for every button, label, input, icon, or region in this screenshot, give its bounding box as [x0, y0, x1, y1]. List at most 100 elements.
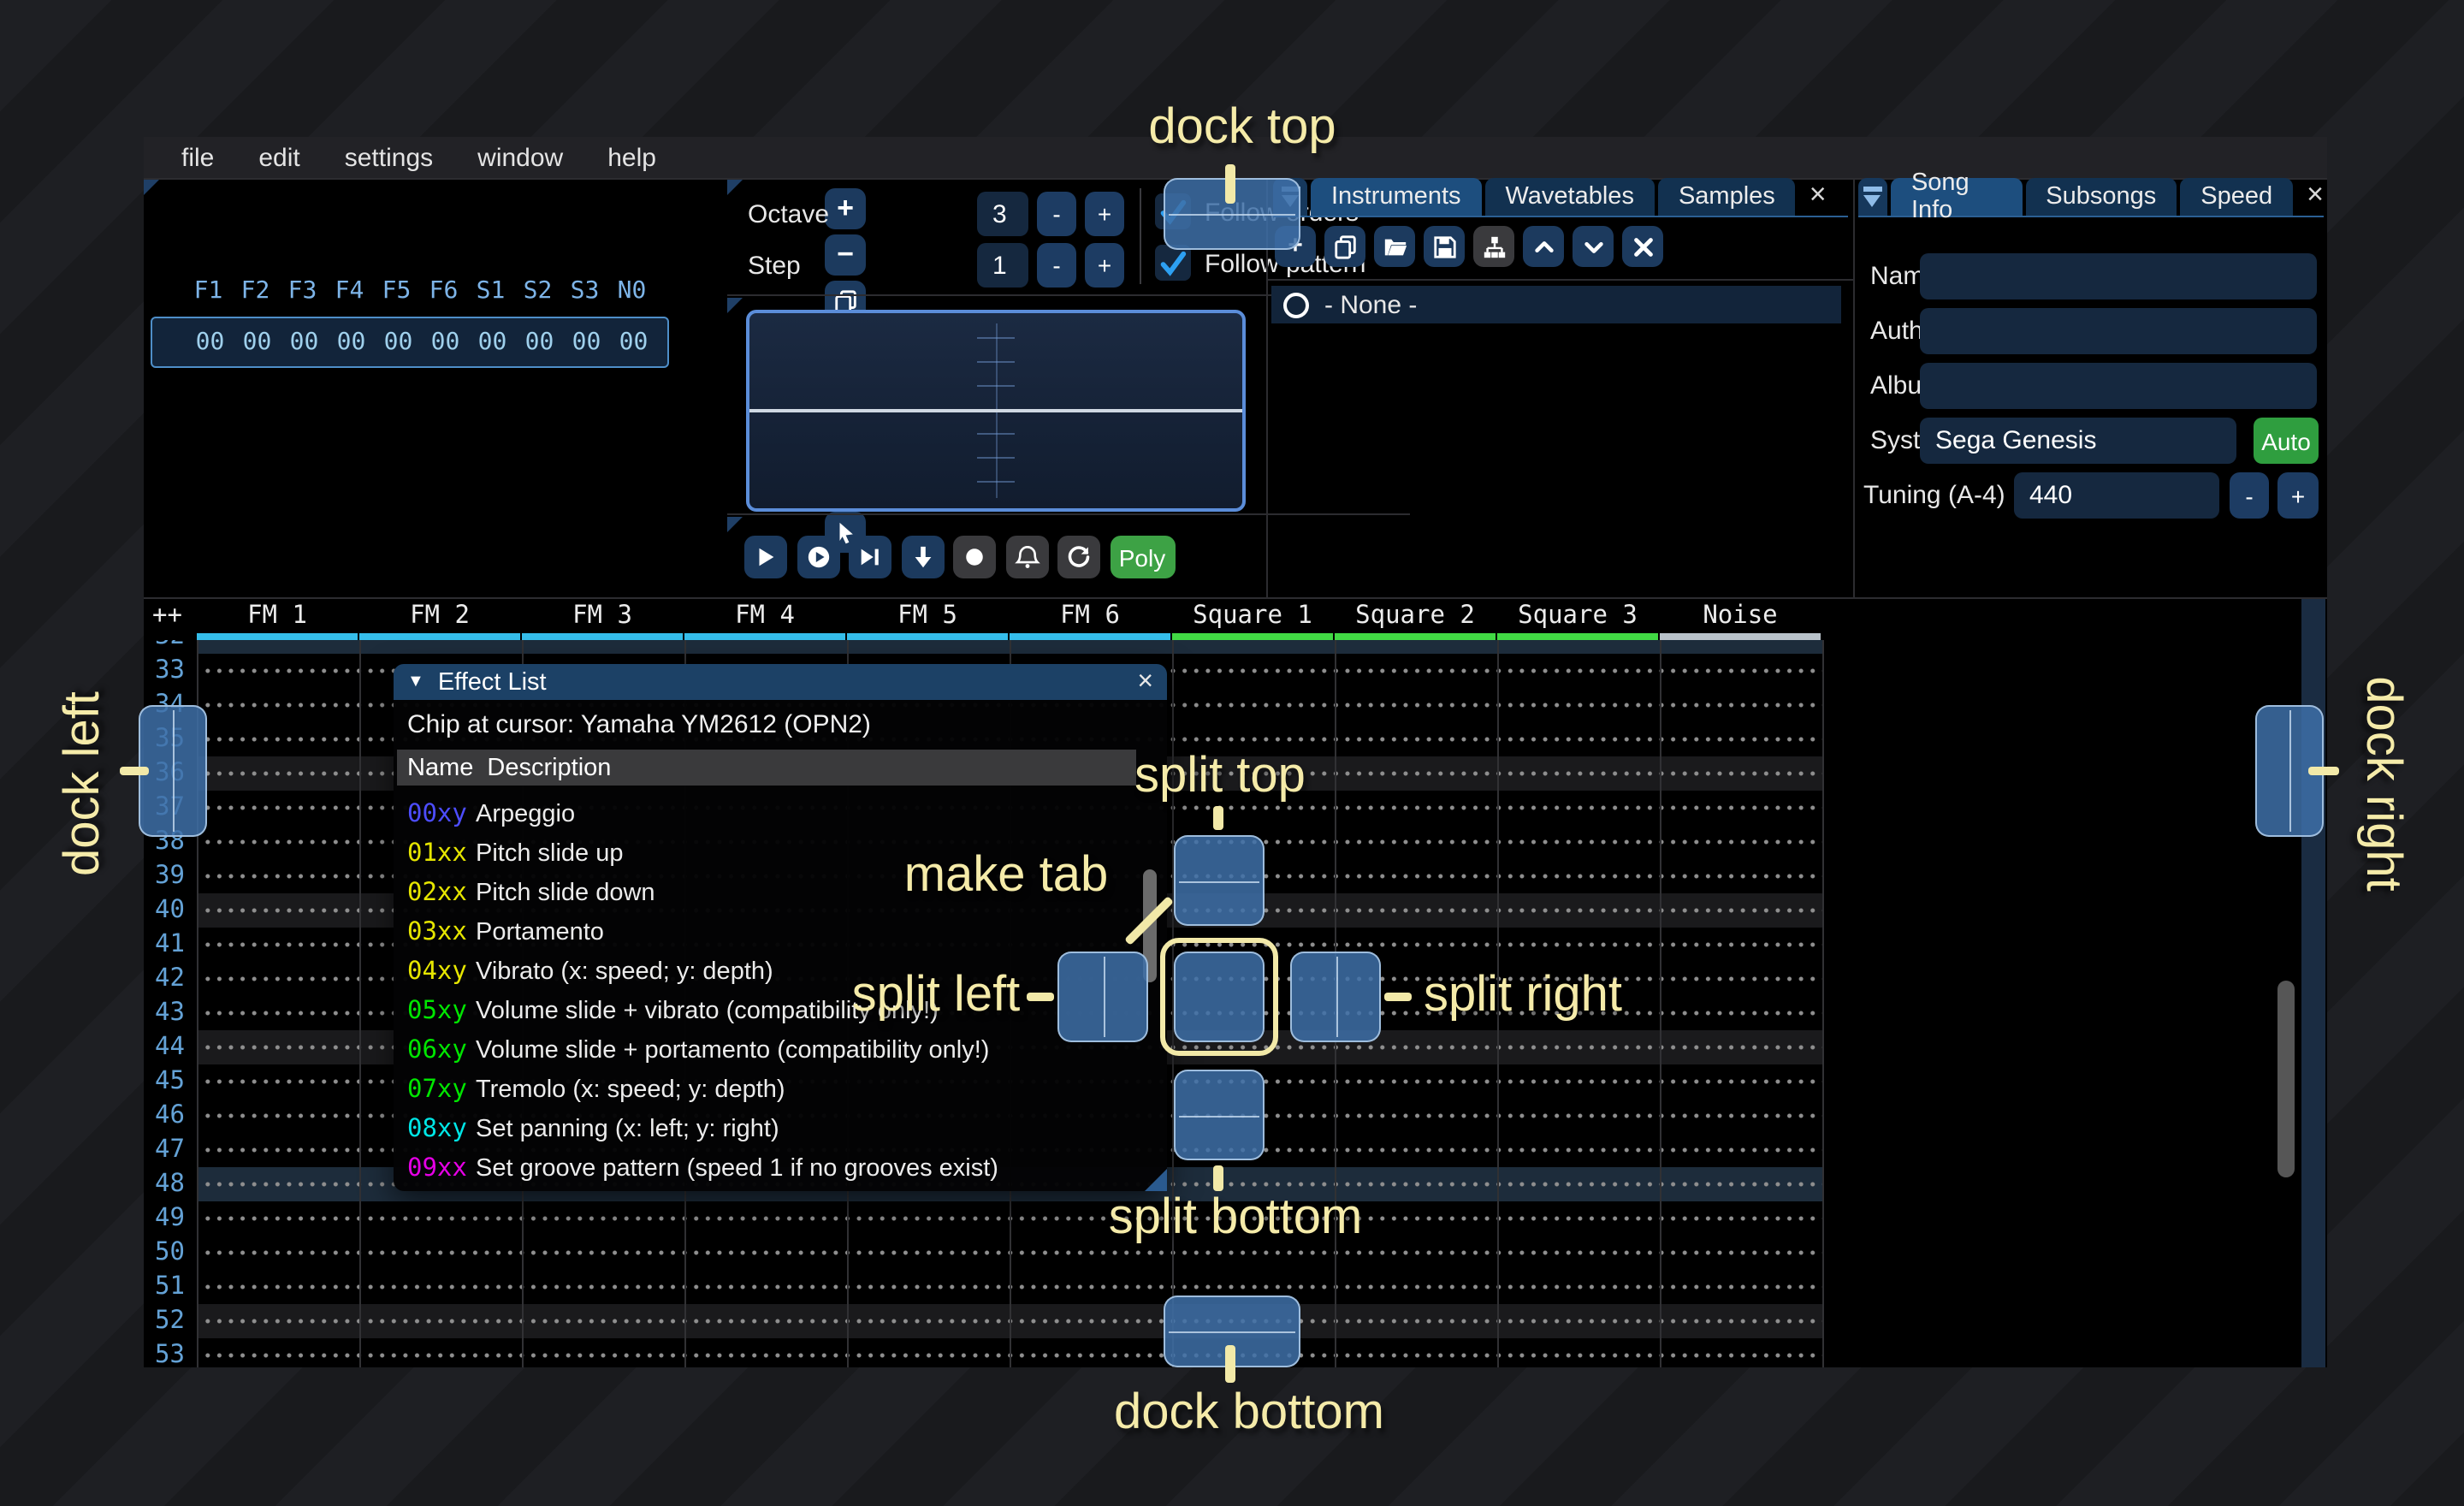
order-value[interactable]: 00 [375, 329, 422, 356]
play-icon [753, 544, 779, 570]
instrument-list-item-none[interactable]: - None - [1271, 286, 1841, 323]
tuning-decrease-button[interactable]: - [2230, 472, 2269, 519]
dock-target-left[interactable] [139, 705, 207, 837]
follow-pattern-checkbox[interactable] [1155, 245, 1191, 281]
step-increase-button[interactable]: + [1085, 243, 1124, 288]
octave-increase-button[interactable]: + [1085, 192, 1124, 236]
effect-row-04xy[interactable]: 04xyVibrato (x: speed; y: depth) [397, 952, 1150, 991]
instrument-move-down-button[interactable] [1573, 226, 1614, 267]
tab-instruments[interactable]: Instruments [1311, 178, 1482, 216]
effect-code: 03xx [407, 918, 472, 946]
pattern-scrollbar-thumb[interactable] [2277, 981, 2295, 1177]
order-value[interactable]: 00 [281, 329, 328, 356]
octave-decrease-button[interactable]: - [1037, 192, 1076, 236]
effect-row-00xy[interactable]: 00xyArpeggio [397, 794, 1150, 833]
close-icon[interactable]: × [1137, 667, 1153, 697]
channel-header-square-2[interactable]: Square 2 [1334, 602, 1496, 630]
save-icon [1431, 234, 1457, 259]
step-label: Step [748, 252, 801, 281]
split-target-left[interactable] [1057, 952, 1148, 1042]
effect-list-column-header[interactable]: Name Description [397, 750, 1136, 786]
instrument-folder-view-button[interactable] [1473, 226, 1514, 267]
menu-edit[interactable]: edit [236, 143, 322, 172]
dock-top-connector [1225, 164, 1235, 204]
tab-subsongs[interactable]: Subsongs [2025, 178, 2177, 216]
order-value[interactable]: 00 [516, 329, 563, 356]
order-value[interactable]: 00 [563, 329, 610, 356]
menu-window[interactable]: window [455, 143, 585, 172]
tab-speed[interactable]: Speed [2180, 178, 2293, 216]
play-button[interactable] [744, 536, 787, 578]
poly-toggle-button[interactable]: Poly [1110, 536, 1175, 578]
instrument-open-folder-button[interactable] [1374, 226, 1415, 267]
channel-header-fm-4[interactable]: FM 4 [684, 602, 846, 630]
order-value[interactable]: 00 [234, 329, 281, 356]
tuning-field[interactable]: 440 [2014, 472, 2219, 519]
step-one-row-button[interactable] [849, 536, 891, 578]
metronome-button[interactable] [1005, 536, 1048, 578]
move-cursor-down-button[interactable] [901, 536, 944, 578]
annotation-split-left: split left [852, 968, 1021, 1024]
instrument-move-up-button[interactable] [1523, 226, 1564, 267]
effect-row-09xx[interactable]: 09xxSet groove pattern (speed 1 if no gr… [397, 1148, 1150, 1188]
pattern-corner-label[interactable]: ++ [147, 602, 200, 630]
check-icon [1158, 247, 1188, 278]
order-value[interactable]: 00 [328, 329, 375, 356]
close-icon[interactable]: × [2307, 178, 2324, 212]
effect-list-titlebar[interactable]: ▼ Effect List × [394, 664, 1167, 700]
effect-row-08xy[interactable]: 08xySet panning (x: left; y: right) [397, 1109, 1150, 1148]
repeat-pattern-button[interactable] [1057, 536, 1100, 578]
channel-header-fm-6[interactable]: FM 6 [1009, 602, 1171, 630]
instrument-save-button[interactable] [1424, 226, 1465, 267]
channel-header-square-3[interactable]: Square 3 [1496, 602, 1659, 630]
oscilloscope[interactable] [746, 310, 1246, 512]
panel-fold-icon [727, 298, 743, 313]
channel-vu-bar [359, 633, 519, 640]
tab-song-info[interactable]: Song Info [1891, 178, 2022, 216]
instrument-duplicate-button[interactable] [1324, 226, 1365, 267]
order-row-selected[interactable]: 00000000000000000000 [151, 317, 669, 368]
step-value[interactable]: 1 [977, 243, 1028, 288]
instrument-delete-button[interactable] [1622, 226, 1663, 267]
effect-list-title: Effect List [438, 668, 547, 696]
octave-value[interactable]: 3 [977, 192, 1028, 236]
menu-file[interactable]: file [159, 143, 236, 172]
effect-code: 01xx [407, 839, 472, 867]
stop-button[interactable] [953, 536, 996, 578]
resize-grip-icon[interactable] [1145, 1169, 1167, 1191]
channel-header-square-1[interactable]: Square 1 [1171, 602, 1334, 630]
effect-row-06xy[interactable]: 06xyVolume slide + portamento (compatibi… [397, 1030, 1150, 1070]
tab-wavetables[interactable]: Wavetables [1485, 178, 1655, 216]
menu-help[interactable]: help [585, 143, 678, 172]
order-value[interactable]: 00 [469, 329, 516, 356]
effect-row-07xy[interactable]: 07xyTremolo (x: speed; y: depth) [397, 1070, 1150, 1109]
split-target-bottom[interactable] [1174, 1070, 1265, 1160]
auto-system-button[interactable]: Auto [2254, 418, 2319, 464]
channel-header-fm-3[interactable]: FM 3 [521, 602, 684, 630]
author-field[interactable] [1920, 308, 2317, 354]
channel-header-fm-5[interactable]: FM 5 [846, 602, 1009, 630]
effect-row-03xx[interactable]: 03xxPortamento [397, 912, 1150, 952]
channel-header-fm-1[interactable]: FM 1 [196, 602, 358, 630]
channel-header-noise[interactable]: Noise [1659, 602, 1821, 630]
album-field[interactable] [1920, 363, 2317, 409]
order-value[interactable]: 00 [187, 329, 234, 356]
channel-header-fm-2[interactable]: FM 2 [358, 602, 521, 630]
step-decrease-button[interactable]: - [1037, 243, 1076, 288]
order-value[interactable]: 00 [610, 329, 657, 356]
row-number: 48 [144, 1166, 196, 1201]
name-field[interactable] [1920, 253, 2317, 299]
close-icon[interactable]: × [1810, 178, 1827, 212]
split-target-top[interactable] [1174, 835, 1265, 926]
split-target-right[interactable] [1290, 952, 1381, 1042]
collapse-icon[interactable]: ▼ [407, 673, 424, 691]
order-channel-header: N0 [608, 277, 655, 305]
dock-bottom-connector [1225, 1345, 1235, 1383]
menu-settings[interactable]: settings [323, 143, 455, 172]
tab-samples[interactable]: Samples [1658, 178, 1796, 216]
system-field[interactable]: Sega Genesis [1920, 418, 2236, 464]
order-value[interactable]: 00 [422, 329, 469, 356]
play-pattern-button[interactable] [797, 536, 839, 578]
tab-menu-button[interactable] [1858, 178, 1887, 216]
tuning-increase-button[interactable]: + [2277, 472, 2319, 519]
